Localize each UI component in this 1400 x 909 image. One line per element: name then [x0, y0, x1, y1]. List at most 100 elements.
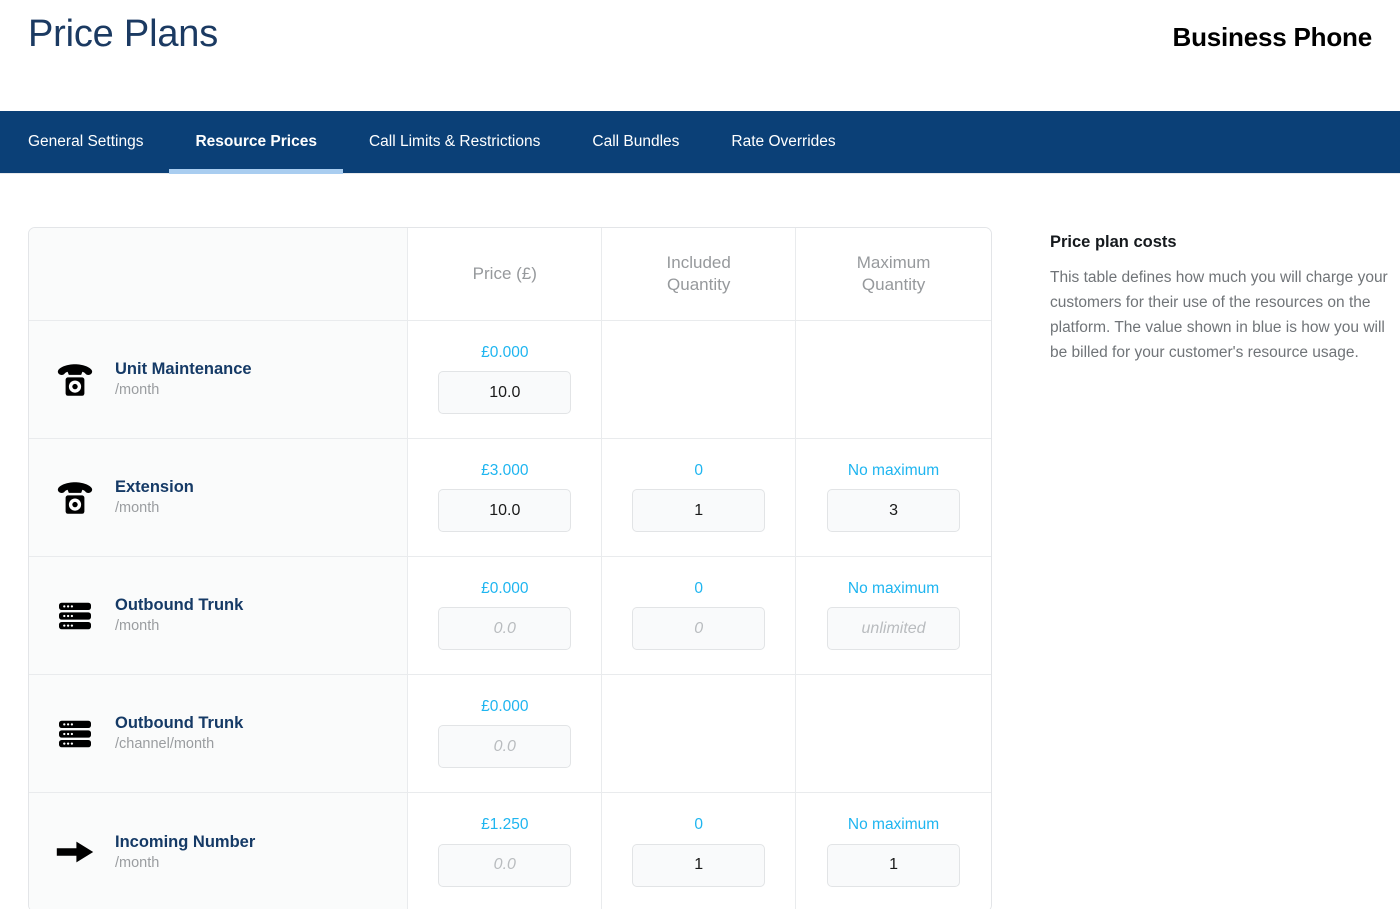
resource-text: Extension/month: [115, 478, 194, 517]
table-row: Incoming Number/month £1.250 0 No maximum: [29, 793, 991, 909]
content-area: Price (£) Included Quantity Maximum Quan…: [0, 174, 1400, 909]
included-quantity-cell-stack: 0: [616, 817, 781, 887]
resource-unit: /month: [115, 854, 160, 871]
table-row: Outbound Trunk/channel/month £0.000: [29, 675, 991, 793]
resource-unit: /channel/month: [115, 736, 215, 753]
resource-label: Incoming Number: [115, 832, 256, 851]
maximum-quantity-cell: No maximum: [796, 793, 991, 909]
price-billed-value: £3.000: [481, 461, 529, 479]
maximum-quantity-input[interactable]: [827, 607, 961, 651]
table-row: Extension/month £3.000 0 No maximum: [29, 439, 991, 557]
maximum-quantity-input[interactable]: [827, 489, 961, 533]
info-panel-body: This table defines how much you will cha…: [1050, 269, 1388, 362]
resource-name-cell: Outbound Trunk/channel/month: [29, 675, 409, 793]
included-quantity-cell: 0: [602, 439, 797, 557]
context-title: Business Phone: [1172, 22, 1373, 52]
price-cell: £0.000: [408, 321, 603, 439]
tab-rate-overrides[interactable]: Rate Overrides: [705, 111, 861, 174]
resource-name-cell: Extension/month: [29, 439, 409, 557]
included-quantity-cell: 0: [602, 557, 797, 675]
table-row: Unit Maintenance/month £0.000: [29, 321, 991, 439]
price-input[interactable]: [438, 607, 572, 651]
resource-label: Outbound Trunk: [115, 596, 244, 615]
price-cell-stack: £0.000: [422, 699, 587, 769]
server-icon: [55, 714, 95, 754]
maximum-quantity-input[interactable]: [827, 843, 961, 887]
telephone-icon: [55, 478, 95, 518]
column-header-price: Price (£): [408, 228, 603, 321]
telephone-icon: [55, 360, 95, 400]
included-quantity-input[interactable]: [632, 843, 766, 887]
page-header: Price Plans Business Phone: [0, 0, 1400, 111]
table-header-row: Price (£) Included Quantity Maximum Quan…: [29, 228, 991, 321]
column-header-maximum-line1: Maximum: [856, 252, 931, 272]
page-title: Price Plans: [28, 13, 218, 55]
price-table-container: Price (£) Included Quantity Maximum Quan…: [28, 227, 992, 909]
price-input[interactable]: [438, 371, 572, 415]
price-cell-stack: £1.250: [422, 817, 587, 887]
included-quantity-cell: 0: [602, 793, 797, 909]
arrow-right-icon: [55, 832, 95, 872]
resource-name-inner: Extension/month: [55, 478, 387, 518]
tab-resource-prices[interactable]: Resource Prices: [169, 111, 343, 174]
price-billed-value: £0.000: [481, 579, 529, 597]
column-header-included-line2: Quantity: [667, 275, 731, 294]
tab-general-settings[interactable]: General Settings: [28, 111, 169, 174]
column-header-included-line1: Included: [666, 252, 731, 272]
resource-label: Outbound Trunk: [115, 714, 244, 733]
tab-call-bundles[interactable]: Call Bundles: [566, 111, 705, 174]
resource-unit: /month: [115, 618, 160, 635]
resource-text: Outbound Trunk/month: [115, 596, 243, 635]
table-row: Outbound Trunk/month £0.000 0 No maximum: [29, 557, 991, 675]
price-input[interactable]: [438, 489, 572, 533]
included-quantity-input[interactable]: [632, 607, 766, 651]
included-quantity-input[interactable]: [632, 489, 766, 533]
column-header-maximum-line2: Quantity: [861, 275, 926, 294]
resource-label: Unit Maintenance: [115, 360, 252, 379]
price-billed-value: £0.000: [481, 697, 529, 715]
maximum-quantity-cell-stack: No maximum: [810, 581, 977, 651]
price-cell: £0.000: [408, 557, 603, 675]
resource-prices-table: Price (£) Included Quantity Maximum Quan…: [28, 227, 992, 909]
maximum-quantity-cell: [796, 675, 991, 793]
included-quantity-cell: [602, 675, 797, 793]
tab-bar: General Settings Resource Prices Call Li…: [0, 111, 1400, 174]
maximum-quantity-billed-value: No maximum: [847, 816, 940, 834]
included-quantity-cell-stack: 0: [616, 463, 781, 533]
price-cell-stack: £3.000: [422, 463, 587, 533]
maximum-quantity-billed-value: No maximum: [847, 461, 940, 479]
resource-unit: /month: [115, 500, 160, 517]
price-cell: £0.000: [408, 675, 603, 793]
included-quantity-billed-value: 0: [694, 816, 703, 834]
maximum-quantity-billed-value: No maximum: [847, 579, 940, 597]
price-billed-value: £0.000: [481, 343, 529, 361]
resource-name-cell: Unit Maintenance/month: [29, 321, 409, 439]
maximum-quantity-cell: [796, 321, 991, 439]
info-panel-title: Price plan costs: [1050, 233, 1177, 251]
maximum-quantity-cell-stack: No maximum: [810, 817, 977, 887]
maximum-quantity-cell-stack: No maximum: [810, 463, 977, 533]
included-quantity-cell: [602, 321, 797, 439]
price-cell-stack: £0.000: [422, 581, 587, 651]
resource-text: Unit Maintenance/month: [115, 360, 252, 399]
resource-label: Extension: [115, 478, 194, 497]
column-header-included-quantity: Included Quantity: [602, 228, 797, 321]
tab-call-limits-restrictions[interactable]: Call Limits & Restrictions: [343, 111, 566, 174]
price-input[interactable]: [438, 725, 572, 769]
price-input[interactable]: [438, 843, 572, 887]
resource-name-inner: Unit Maintenance/month: [55, 360, 387, 400]
resource-name-cell: Outbound Trunk/month: [29, 557, 409, 675]
maximum-quantity-cell: No maximum: [796, 439, 991, 557]
included-quantity-billed-value: 0: [694, 461, 703, 479]
resource-name-inner: Outbound Trunk/channel/month: [55, 714, 387, 754]
maximum-quantity-cell: No maximum: [796, 557, 991, 675]
price-billed-value: £1.250: [481, 816, 529, 834]
server-icon: [55, 596, 95, 636]
resource-name-inner: Incoming Number/month: [55, 832, 387, 872]
info-panel: Price plan costs This table defines how …: [1050, 227, 1390, 365]
included-quantity-billed-value: 0: [694, 579, 703, 597]
price-cell: £1.250: [408, 793, 603, 909]
price-cell: £3.000: [408, 439, 603, 557]
table-header: Price (£) Included Quantity Maximum Quan…: [29, 228, 991, 321]
included-quantity-cell-stack: 0: [616, 581, 781, 651]
